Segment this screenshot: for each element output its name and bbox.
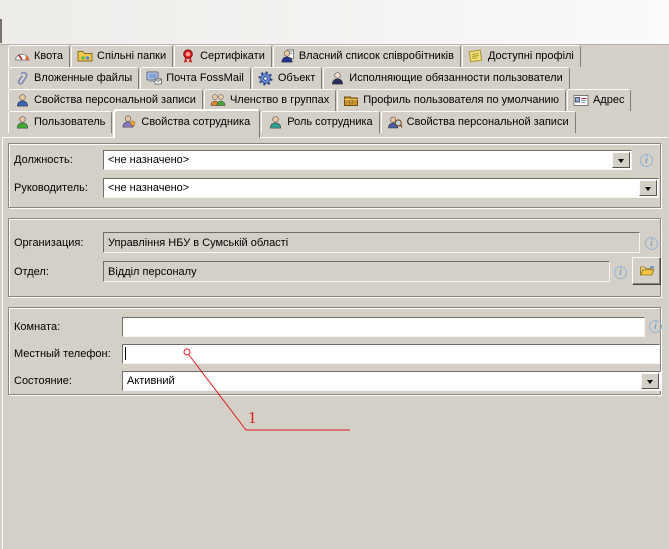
tab-label: Роль сотрудника — [287, 116, 372, 128]
person-blue-icon — [14, 93, 30, 108]
gear-icon — [258, 71, 274, 86]
tab-label: Объект — [278, 72, 315, 84]
person-mask-icon — [329, 71, 345, 86]
gauge-icon — [14, 49, 30, 64]
tab-row-3: Свойства персональной записи Членство в г… — [8, 89, 632, 111]
tab-r3-2[interactable]: Членство в группах — [204, 89, 336, 111]
text-caret — [125, 347, 126, 360]
tab-label: Власний список співробітників — [299, 50, 454, 62]
tab-label: Свойства персональной записи — [34, 94, 196, 106]
person-list-icon — [279, 49, 295, 64]
tab-label: Профиль пользователя по умолчанию — [363, 94, 559, 106]
tab-r3-1[interactable]: Свойства персональной записи — [8, 89, 203, 111]
tab-row-4: Пользователь Свойства сотрудника Роль сотр… — [8, 111, 577, 133]
shared-folder-icon — [77, 49, 93, 64]
tab-r1-1[interactable]: Квота — [8, 45, 70, 67]
tab-r3-3[interactable]: Профиль пользователя по умолчанию — [337, 89, 566, 111]
tab-label: Свойства сотрудника — [141, 116, 250, 128]
tab-label: Членство в группах — [230, 94, 329, 106]
tab-label: Спільні папки — [97, 50, 166, 62]
tab-r2-3[interactable]: Объект — [252, 67, 322, 89]
tab-label: Доступні профілі — [488, 50, 574, 62]
left-edge-mark — [0, 19, 2, 43]
mail-computer-icon — [146, 71, 162, 86]
tab-label: Сертифікати — [200, 50, 265, 62]
person-teal-icon — [267, 115, 283, 130]
tab-r4-2-active[interactable]: Свойства сотрудника — [113, 109, 260, 138]
notes-icon — [468, 49, 484, 64]
tab-r2-1[interactable]: Вложенные файлы — [8, 67, 139, 89]
tab-r1-2[interactable]: Спільні папки — [71, 45, 173, 67]
tab-r2-4[interactable]: Исполняющие обязанности пользователи — [323, 67, 569, 89]
certificate-icon — [180, 49, 196, 64]
tab-r4-3[interactable]: Роль сотрудника — [261, 111, 379, 133]
profile-book-icon — [343, 93, 359, 108]
paperclip-icon — [14, 71, 30, 86]
tab-label: Исполняющие обязанности пользователи — [349, 72, 562, 84]
tab-r3-4[interactable]: Адрес — [567, 89, 632, 111]
tab-label: Пользователь — [34, 116, 105, 128]
tab-r1-5[interactable]: Доступні профілі — [462, 45, 581, 67]
tab-label: Квота — [34, 50, 63, 62]
address-card-icon — [573, 93, 589, 108]
tab-label: Свойства персональной записи — [407, 116, 569, 128]
user-group-icon — [210, 93, 226, 108]
person-magnifier-icon — [387, 115, 403, 130]
tab-r1-4[interactable]: Власний список співробітників — [273, 45, 461, 67]
window-top-band — [0, 0, 669, 45]
tab-r2-2[interactable]: Почта FossMail — [140, 67, 251, 89]
tab-r4-4[interactable]: Свойства персональной записи — [381, 111, 576, 133]
person-green-icon — [14, 115, 30, 130]
tab-page-panel — [2, 137, 668, 549]
tab-label: Почта FossMail — [166, 72, 244, 84]
tab-label: Адрес — [593, 94, 625, 106]
tab-r4-1[interactable]: Пользователь — [8, 111, 112, 133]
person-star-icon — [121, 114, 137, 129]
tab-label: Вложенные файлы — [34, 72, 132, 84]
tab-row-1: Квота Спільні папки Сертифікати Власний спи… — [8, 45, 582, 67]
tab-row-2: Вложенные файлы Почта FossMail Объект Испол… — [8, 67, 571, 89]
tab-r1-3[interactable]: Сертифікати — [174, 45, 272, 67]
